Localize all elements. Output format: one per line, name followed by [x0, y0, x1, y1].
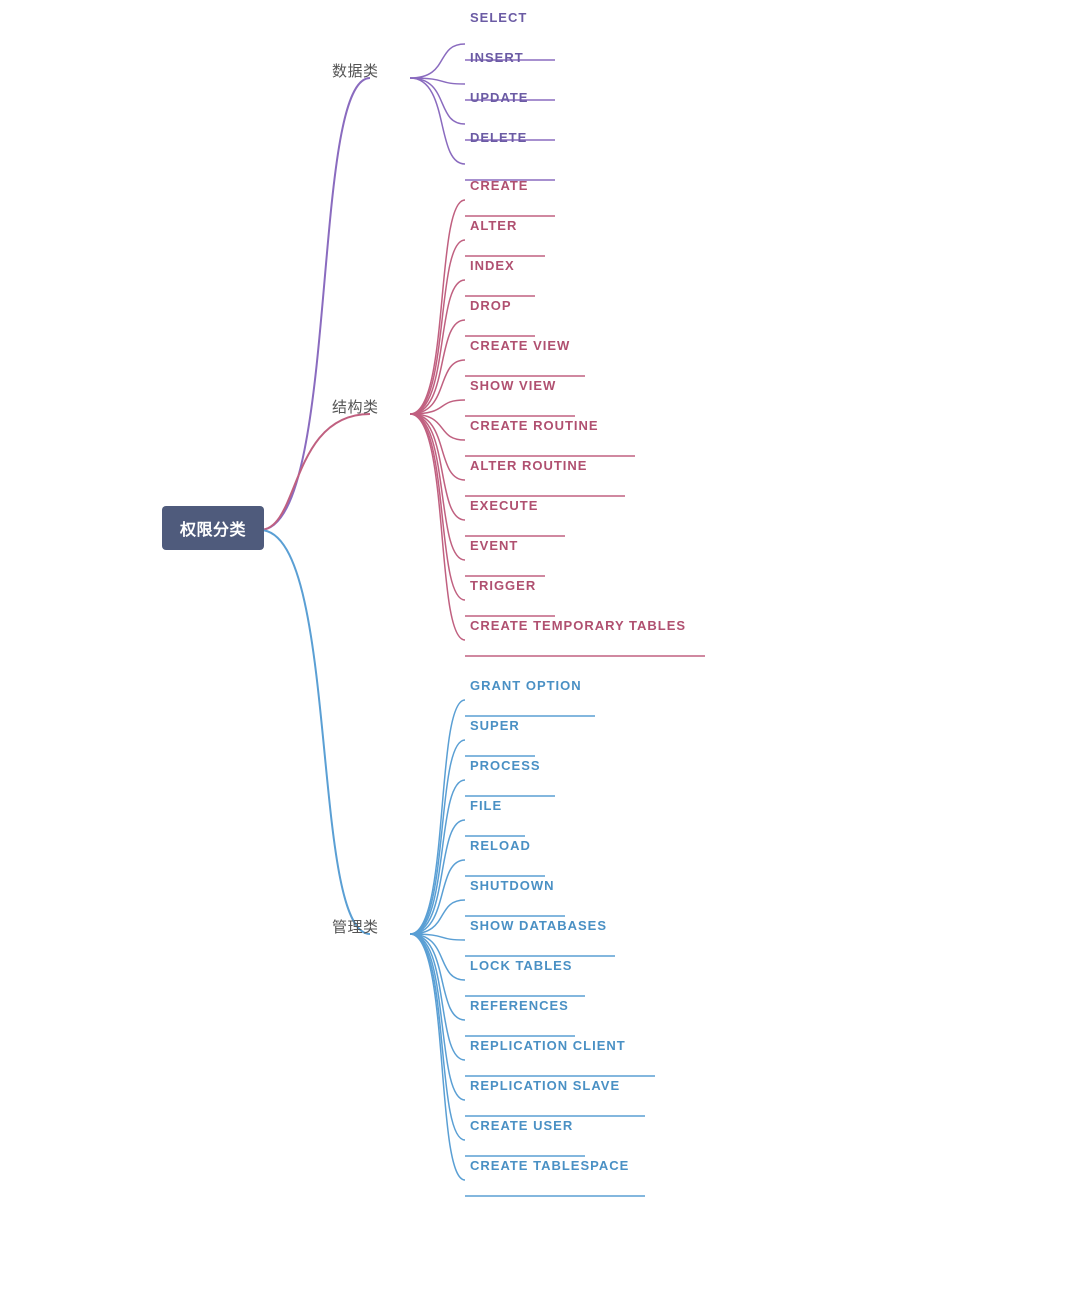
- diagram-svg: [0, 0, 1080, 1304]
- leaf-replication-client: REPLICATION CLIENT: [470, 1038, 626, 1053]
- leaf-replication-slave: REPLICATION SLAVE: [470, 1078, 620, 1093]
- leaf-file: FILE: [470, 798, 502, 813]
- leaf-create-temp-tables: CREATE TEMPORARY TABLES: [470, 618, 686, 633]
- leaf-select: SELECT: [470, 10, 527, 25]
- leaf-lock-tables: LOCK TABLES: [470, 958, 572, 973]
- leaf-execute: EXECUTE: [470, 498, 538, 513]
- diagram-container: 权限分类 数据类 SELECT INSERT UPDATE DELETE 结构类…: [0, 0, 1080, 1304]
- leaf-delete: DELETE: [470, 130, 527, 145]
- leaf-insert: INSERT: [470, 50, 524, 65]
- leaf-alter-routine: ALTER ROUTINE: [470, 458, 587, 473]
- leaf-create-routine: CREATE ROUTINE: [470, 418, 599, 433]
- leaf-create-user: CREATE USER: [470, 1118, 573, 1133]
- leaf-show-view: SHOW VIEW: [470, 378, 556, 393]
- leaf-show-databases: SHOW DATABASES: [470, 918, 607, 933]
- root-node: 权限分类: [162, 506, 264, 550]
- leaf-references: REFERENCES: [470, 998, 569, 1013]
- leaf-create-tablespace: CREATE TABLESPACE: [470, 1158, 629, 1173]
- leaf-event: EVENT: [470, 538, 518, 553]
- leaf-process: PROCESS: [470, 758, 541, 773]
- leaf-trigger: TRIGGER: [470, 578, 536, 593]
- category-struct: 结构类: [332, 396, 379, 417]
- leaf-update: UPDATE: [470, 90, 528, 105]
- leaf-reload: RELOAD: [470, 838, 531, 853]
- leaf-create: CREATE: [470, 178, 528, 193]
- leaf-shutdown: SHUTDOWN: [470, 878, 555, 893]
- leaf-super: SUPER: [470, 718, 520, 733]
- leaf-index: INDEX: [470, 258, 515, 273]
- category-admin: 管理类: [332, 916, 379, 937]
- leaf-alter: ALTER: [470, 218, 517, 233]
- leaf-drop: DROP: [470, 298, 512, 313]
- leaf-grant-option: GRANT OPTION: [470, 678, 582, 693]
- category-data: 数据类: [332, 60, 379, 81]
- leaf-create-view: CREATE VIEW: [470, 338, 570, 353]
